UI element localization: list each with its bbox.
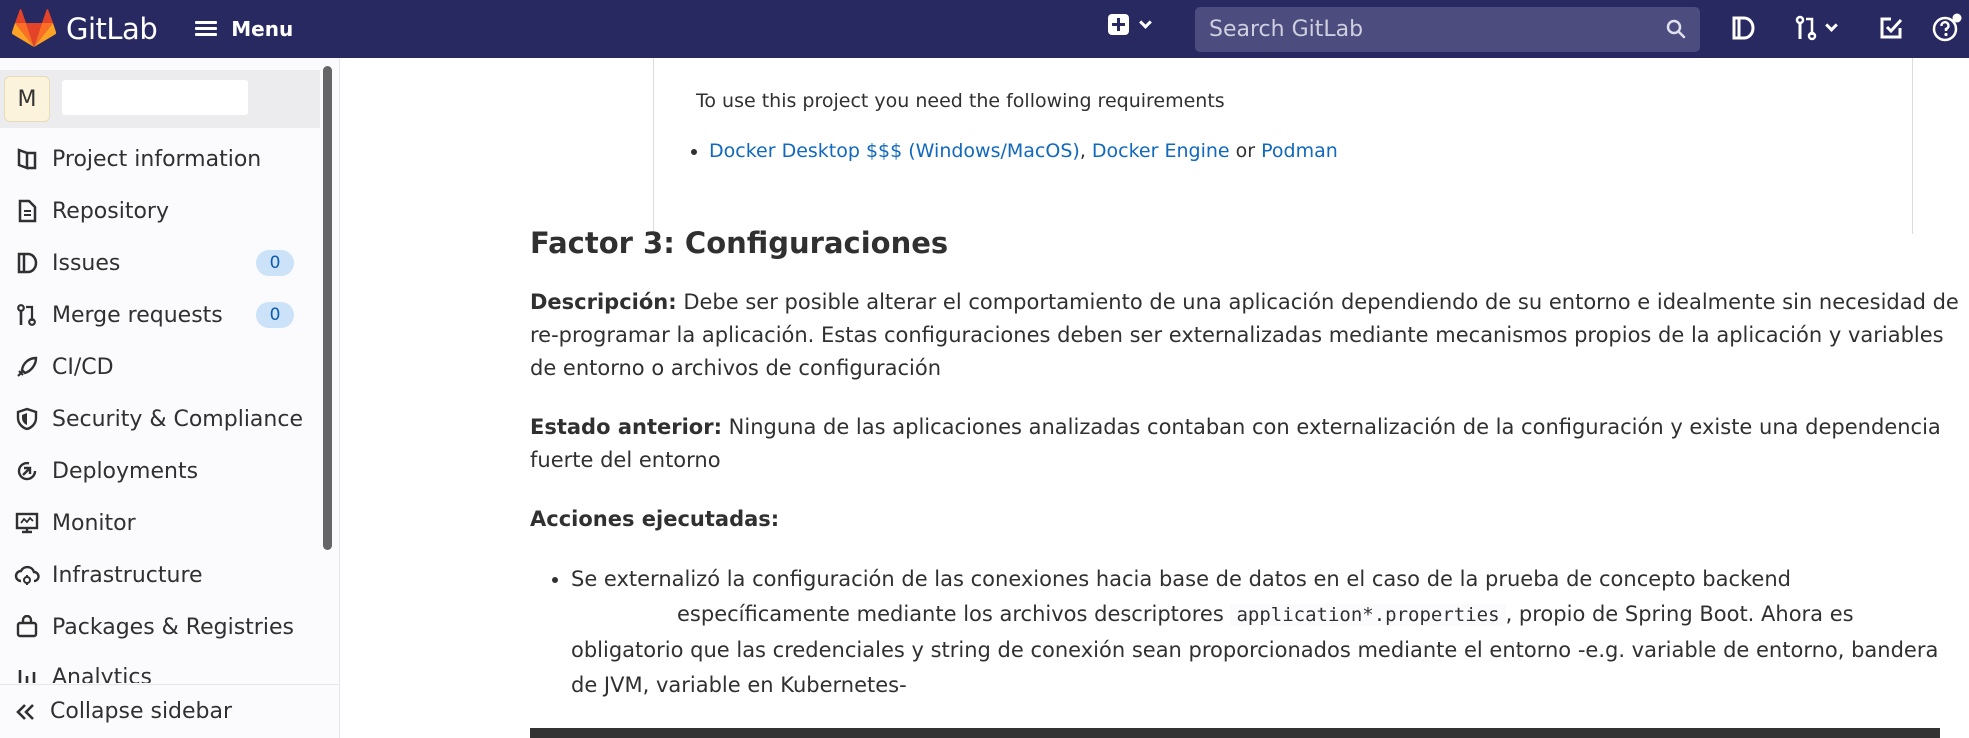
issues-icon: [14, 250, 40, 276]
collapse-sidebar-label: Collapse sidebar: [50, 699, 233, 724]
sidebar-scrollbar[interactable]: [323, 66, 332, 550]
sidebar-item-monitor[interactable]: Monitor: [0, 499, 320, 547]
descripcion-label: Descripción:: [530, 290, 677, 314]
descripcion-text: Debe ser posible alterar el comportamien…: [530, 290, 1959, 380]
sidebar-item-deployments[interactable]: Deployments: [0, 447, 320, 495]
bullet-text-1: Se externalizó la configuración de las c…: [571, 567, 1791, 591]
section-heading: Factor 3: Configuraciones: [530, 226, 949, 260]
collapse-sidebar-button[interactable]: Collapse sidebar: [0, 684, 338, 738]
code-snippet: application*.properties: [1230, 604, 1506, 626]
search-icon[interactable]: [1666, 19, 1686, 39]
cloud-icon: [14, 562, 40, 588]
sidebar-item-label: Merge requests: [52, 302, 223, 328]
help-nav-icon[interactable]: [1932, 12, 1962, 44]
project-name: [62, 80, 248, 115]
hamburger-icon: [195, 21, 218, 37]
acciones-list: Se externalizó la configuración de las c…: [571, 562, 1969, 703]
merge-requests-nav-dropdown[interactable]: [1790, 12, 1840, 44]
estado-paragraph: Estado anterior: Ninguna de las aplicaci…: [530, 411, 1960, 477]
sidebar-item-merge-requests[interactable]: Merge requests 0: [0, 291, 320, 339]
issues-nav-icon[interactable]: [1728, 12, 1758, 44]
rocket-icon: [14, 354, 40, 380]
todo-nav-icon[interactable]: [1876, 12, 1906, 44]
package-icon: [14, 614, 40, 640]
sidebar-item-repository[interactable]: Repository: [0, 187, 320, 235]
or-text: or: [1235, 140, 1256, 162]
shield-icon: [14, 406, 40, 432]
sidebar-item-label: Monitor: [52, 510, 136, 536]
sidebar-item-packages-registries[interactable]: Packages & Registries: [0, 603, 320, 651]
sidebar-item-label: Issues: [52, 250, 121, 276]
project-icon: [14, 146, 40, 172]
avatar: M: [4, 76, 50, 122]
acciones-paragraph: Acciones ejecutadas:: [530, 503, 1960, 536]
document-icon: [14, 198, 40, 224]
docker-desktop-link[interactable]: Docker Desktop $$$ (Windows/MacOS): [709, 140, 1080, 162]
issues-icon: [1732, 16, 1755, 40]
sidebar-item-security-compliance[interactable]: Security & Compliance: [0, 395, 320, 443]
brand-name: GitLab: [66, 12, 158, 46]
descripcion-paragraph: Descripción: Debe ser posible alterar el…: [530, 286, 1960, 385]
requirements-text: To use this project you need the followi…: [696, 90, 1225, 112]
requirements-list: Docker Desktop $$$ (Windows/MacOS), Dock…: [709, 140, 1338, 162]
merge-requests-count-badge: 0: [256, 302, 294, 328]
main-content: To use this project you need the followi…: [341, 58, 1969, 738]
search-input[interactable]: [1195, 17, 1635, 42]
gitlab-logo-icon: [12, 9, 56, 47]
merge-request-icon: [1795, 15, 1816, 41]
monitor-icon: [14, 510, 40, 536]
project-context-header[interactable]: M: [0, 70, 320, 128]
list-item: Docker Desktop $$$ (Windows/MacOS), Dock…: [709, 140, 1338, 162]
separator-text: ,: [1079, 140, 1086, 162]
search-bar: [1195, 7, 1700, 52]
sidebar-item-ci-cd[interactable]: CI/CD: [0, 343, 320, 391]
docker-engine-link[interactable]: Docker Engine: [1092, 140, 1230, 162]
deployments-icon: [14, 458, 40, 484]
code-block: [530, 728, 1940, 738]
sidebar: M Project information Repository Issues …: [0, 58, 340, 738]
todo-check-icon: [1880, 17, 1903, 39]
merge-request-icon: [14, 302, 40, 328]
help-icon: [1932, 13, 1962, 42]
chevron-down-icon: [1824, 19, 1838, 32]
menu-label: Menu: [231, 17, 294, 41]
podman-link[interactable]: Podman: [1261, 140, 1338, 162]
sidebar-item-issues[interactable]: Issues 0: [0, 239, 320, 287]
estado-text: Ninguna de las aplicaciones analizadas c…: [530, 415, 1941, 472]
gitlab-home-link[interactable]: GitLab: [12, 9, 158, 49]
sidebar-item-label: Repository: [52, 198, 169, 224]
sidebar-item-label: Project information: [52, 146, 262, 172]
top-navbar: GitLab Menu: [0, 0, 1969, 58]
chevron-down-icon: [1139, 15, 1152, 29]
issues-count-badge: 0: [256, 250, 294, 276]
acciones-label: Acciones ejecutadas:: [530, 507, 780, 531]
list-item: Se externalizó la configuración de las c…: [571, 562, 1969, 703]
plus-square-icon: [1108, 14, 1129, 35]
estado-label: Estado anterior:: [530, 415, 722, 439]
sidebar-item-analytics[interactable]: Analytics: [0, 655, 320, 683]
sidebar-item-label: Packages & Registries: [52, 614, 294, 640]
sidebar-item-label: Infrastructure: [52, 562, 203, 588]
sidebar-item-label: Deployments: [52, 458, 199, 484]
menu-button[interactable]: Menu: [195, 17, 293, 41]
sidebar-item-label: CI/CD: [52, 354, 114, 380]
sidebar-item-project-information[interactable]: Project information: [0, 135, 320, 183]
sidebar-item-label: Analytics: [52, 665, 152, 683]
create-new-dropdown[interactable]: [1108, 14, 1152, 35]
sidebar-item-label: Security & Compliance: [52, 406, 303, 432]
sidebar-item-infrastructure[interactable]: Infrastructure: [0, 551, 320, 599]
bullet-text-2: específicamente mediante los archivos de…: [677, 602, 1224, 626]
double-chevron-left-icon: [16, 701, 38, 723]
chart-icon: [14, 665, 40, 683]
